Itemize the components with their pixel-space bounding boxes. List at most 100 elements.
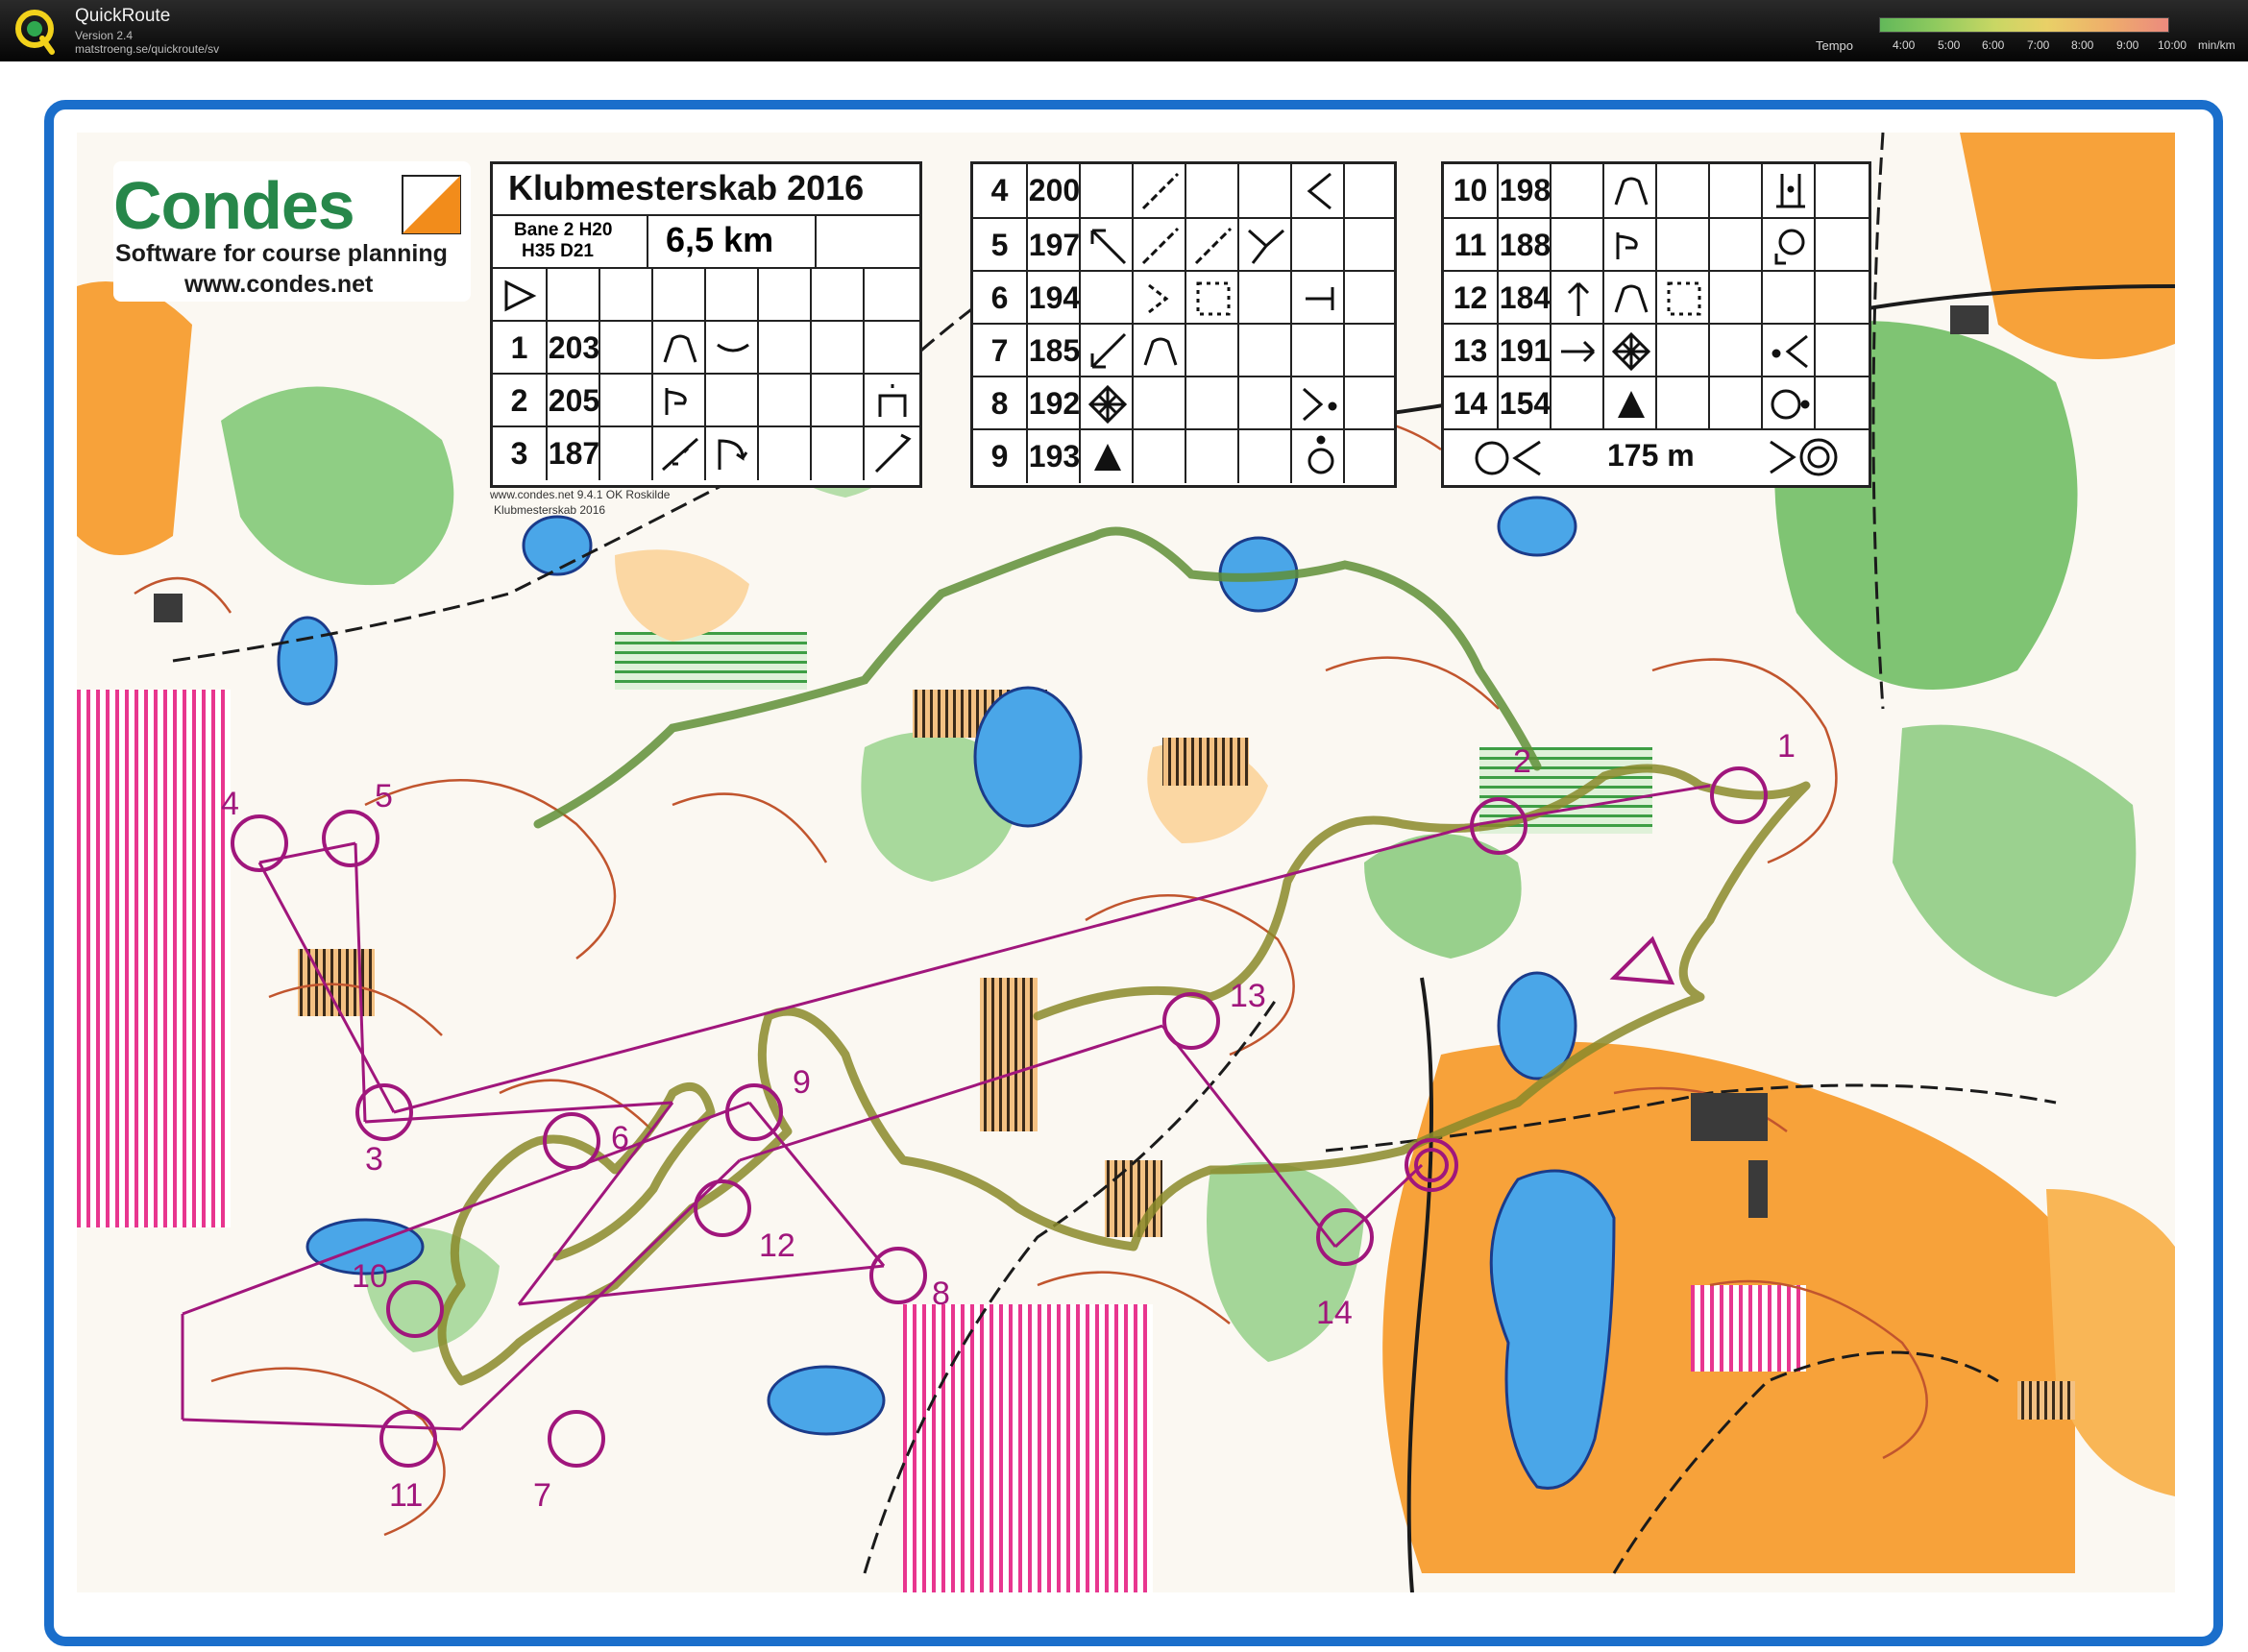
event-title: Klubmesterskab 2016	[508, 168, 865, 207]
clearing-icon	[1196, 281, 1231, 316]
condes-mark-icon	[402, 175, 461, 234]
control-code: 185	[1028, 333, 1081, 368]
control-number: 14	[1316, 1295, 1353, 1331]
out-of-bounds-area	[1691, 1285, 1806, 1372]
legend-tick: 4:00	[1893, 38, 1916, 52]
control-seq: 13	[1453, 333, 1488, 368]
description-row: 9 193	[973, 428, 1394, 483]
edge-icon	[1306, 287, 1334, 310]
top-icon	[1307, 435, 1334, 474]
description-row: 11 188	[1444, 217, 1869, 272]
control-code: 187	[548, 436, 600, 471]
control-seq: 6	[990, 280, 1009, 315]
out-of-bounds-area	[903, 1304, 1153, 1592]
description-row: 2 205	[493, 373, 919, 427]
control-seq: 9	[990, 439, 1009, 474]
sheet-note: www.condes.net 9.4.1 OK Roskilde	[490, 488, 671, 501]
pace-legend: Tempo 4:00 5:00 6:00 7:00 8:00 9:00 10:0…	[1816, 12, 2248, 58]
legend-tick: 5:00	[1938, 38, 1961, 52]
finish-from-control-icon	[1475, 440, 1541, 476]
control-seq: 10	[1453, 173, 1488, 207]
legend-tick: 9:00	[2116, 38, 2139, 52]
finish-row: 175 m	[1444, 428, 1869, 483]
control-code: 194	[1028, 280, 1081, 315]
control-number: 12	[759, 1227, 795, 1264]
lake	[1497, 496, 1577, 557]
arrow-north-icon	[1567, 281, 1590, 316]
control-seq: 12	[1453, 280, 1488, 315]
between-icon	[1776, 174, 1805, 208]
clearing-icon	[1667, 281, 1701, 316]
sheet-note: Klubmesterskab 2016	[494, 503, 606, 517]
app-version: Version 2.4	[75, 29, 134, 42]
control-number: 13	[1230, 978, 1266, 1014]
control-number: 2	[1513, 743, 1531, 780]
control-number: 3	[365, 1141, 383, 1178]
knoll-icon	[1614, 284, 1649, 313]
junction-icon	[1248, 229, 1284, 264]
re-entrant-icon	[665, 388, 687, 415]
condes-brand: Condes	[113, 168, 355, 243]
building	[1950, 305, 1989, 334]
app-name: QuickRoute	[75, 6, 171, 26]
spur-icon	[662, 437, 698, 472]
ditch-icon	[1194, 227, 1233, 265]
control-seq: 8	[990, 386, 1009, 421]
corner-west-icon	[1307, 172, 1332, 210]
knoll-icon	[1143, 337, 1178, 366]
control-seq: 11	[1454, 228, 1487, 262]
bend-icon	[717, 343, 749, 352]
control-seq: 2	[510, 383, 528, 418]
legend-title: Tempo	[1816, 38, 1854, 53]
control-number: 9	[793, 1064, 811, 1101]
undergrowth-area	[615, 632, 807, 690]
description-row: 13 191	[1444, 323, 1869, 377]
description-row: 8 192	[973, 376, 1394, 430]
description-row: 12 184	[1444, 270, 1869, 325]
control-seq: 4	[990, 173, 1009, 207]
hatched-area	[1162, 738, 1249, 786]
boulder-icon	[1094, 444, 1121, 471]
class-line-2: H35 D21	[522, 241, 594, 261]
building	[154, 594, 183, 622]
description-row: 1 203	[493, 320, 919, 375]
foot-icon	[878, 384, 907, 417]
app-header: QuickRoute Version 2.4 matstroeng.se/qui…	[0, 0, 2248, 61]
control-number: 6	[611, 1120, 629, 1156]
control-number: 10	[352, 1258, 388, 1295]
control-code: 205	[548, 383, 600, 418]
lake	[522, 515, 593, 576]
description-row: 6 194	[973, 270, 1394, 325]
control-description-sheet-1: Klubmesterskab 2016 Bane 2 H20 H35 D21 6…	[490, 161, 922, 488]
corner-icon	[718, 439, 748, 470]
control-seq: 3	[510, 436, 528, 471]
lake	[277, 616, 338, 706]
legend-tick: 6:00	[1982, 38, 2005, 52]
knoll-icon	[1614, 177, 1649, 206]
control-code: 203	[548, 330, 600, 365]
control-description-sheet-3: 10 198 11 188 12 184 13 191 14 154 175 m	[1441, 161, 1871, 488]
app-url[interactable]: matstroeng.se/quickroute/sv	[75, 42, 219, 56]
condes-url: www.condes.net	[184, 271, 374, 298]
control-number: 11	[389, 1477, 424, 1514]
start-icon	[504, 279, 537, 312]
control-code: 188	[1499, 228, 1552, 262]
finish-circle-icon	[1770, 438, 1838, 476]
control-code: 184	[1499, 280, 1552, 315]
arrow-sw-icon	[1090, 332, 1127, 369]
control-code: 198	[1499, 173, 1552, 207]
control-number: 1	[1777, 728, 1796, 765]
condes-logo: Condes Software for course planning www.…	[113, 161, 471, 302]
control-code: 193	[1028, 439, 1081, 474]
pace-color-bar	[1879, 17, 2169, 33]
control-seq: 7	[990, 333, 1009, 368]
side-dot-icon	[1771, 389, 1810, 420]
hatched-area	[1105, 1160, 1162, 1237]
corner-east-icon	[1148, 283, 1169, 314]
foot-side-icon	[1774, 229, 1805, 265]
control-code: 191	[1499, 333, 1552, 368]
hatched-area	[2017, 1381, 2075, 1420]
ditch-icon	[1141, 227, 1180, 265]
control-number: 8	[932, 1275, 950, 1312]
cliff-icon	[874, 433, 912, 474]
